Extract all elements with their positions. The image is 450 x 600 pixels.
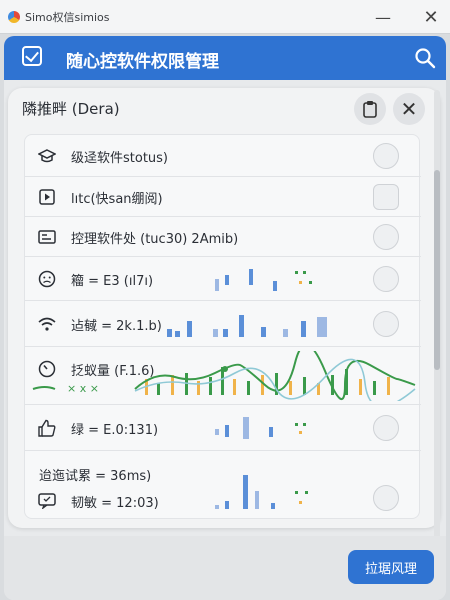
list-item[interactable]: 级迳软件stotus)	[25, 135, 421, 177]
mini-bar-chart	[215, 417, 306, 439]
checkbox-icon[interactable]	[22, 46, 42, 66]
list-item[interactable]: 抸蚁量 (F.1.6) × x ×	[25, 347, 421, 405]
row-label: 级迳软件stotus)	[71, 151, 169, 166]
clipboard-icon	[363, 101, 377, 118]
list-item[interactable]: 籕 = E3 (ıl7ı)	[25, 257, 421, 301]
list-item[interactable]: 迨迤试累 = 36ms) 韧敏 = 12:03)	[25, 451, 421, 520]
window-title: Simo权信simios	[25, 10, 110, 24]
close-window-icon[interactable]: ✕	[420, 6, 442, 28]
mini-bar-chart	[215, 269, 312, 291]
row-label: lıtc(快san绷阅)	[71, 192, 163, 207]
toggle-button[interactable]	[373, 415, 399, 441]
face-icon	[37, 269, 57, 289]
row-label: 迨迤试累 = 36ms)	[39, 469, 152, 484]
minimize-icon[interactable]: —	[372, 6, 394, 28]
app-window: 随心控软件权限管理 隣推畔 (Dera) ✕ 级迳软件stotus) lıtc(…	[4, 36, 446, 600]
clipboard-button[interactable]	[354, 93, 386, 125]
wifi-icon	[37, 314, 57, 334]
permission-list: 级迳软件stotus) lıtc(快san绷阅) 控理软件处 (tuc30) 2…	[24, 134, 421, 520]
page-title: 随心控软件权限管理	[66, 52, 219, 72]
scrollbar[interactable]	[434, 90, 440, 560]
bar-series	[145, 367, 390, 395]
search-icon[interactable]	[414, 47, 436, 69]
thumbs-up-icon	[37, 418, 57, 438]
toggle-button[interactable]	[373, 143, 399, 169]
apply-button[interactable]: 拉琚风理	[348, 550, 434, 584]
permissions-panel: 隣推畔 (Dera) ✕ 级迳软件stotus) lıtc(快san绷阅) 控理…	[8, 88, 440, 528]
app-logo-icon	[8, 10, 20, 23]
toggle-button[interactable]	[373, 311, 399, 337]
graduation-cap-icon	[37, 146, 57, 166]
toggle-button[interactable]	[373, 224, 399, 250]
panel-title: 隣推畔 (Dera)	[22, 100, 120, 118]
list-item[interactable]: 迠戫 = 2k.1.b)	[25, 301, 421, 347]
row-label: 籕 = E3 (ıl7ı)	[71, 274, 154, 289]
message-icon	[37, 491, 57, 511]
mini-bar-chart	[215, 475, 308, 509]
list-item[interactable]: lıtc(快san绷阅)	[25, 177, 421, 217]
close-panel-button[interactable]: ✕	[393, 93, 425, 125]
title-bar: Simo权信simios — ✕	[0, 0, 450, 34]
mini-bar-chart	[167, 315, 327, 337]
toggle-button[interactable]	[373, 184, 399, 210]
legend-marks: × x ×	[67, 382, 99, 395]
row-label: 控理软件处 (tuc30) 2Amib)	[71, 232, 239, 247]
list-item[interactable]: 绿 = E.0:131)	[25, 405, 421, 451]
list-item[interactable]: 控理软件处 (tuc30) 2Amib)	[25, 217, 421, 257]
play-square-icon	[37, 187, 57, 207]
line-chart: × x ×	[32, 351, 416, 401]
app-header: 随心控软件权限管理	[4, 36, 446, 80]
scrollbar-thumb[interactable]	[434, 170, 440, 370]
terminal-card-icon	[37, 227, 57, 247]
row-label: 韧敏 = 12:03)	[71, 496, 159, 511]
row-label: 迠戫 = 2k.1.b)	[71, 319, 162, 334]
toggle-button[interactable]	[373, 485, 399, 511]
toggle-button[interactable]	[373, 266, 399, 292]
row-label: 绿 = E.0:131)	[71, 423, 159, 438]
